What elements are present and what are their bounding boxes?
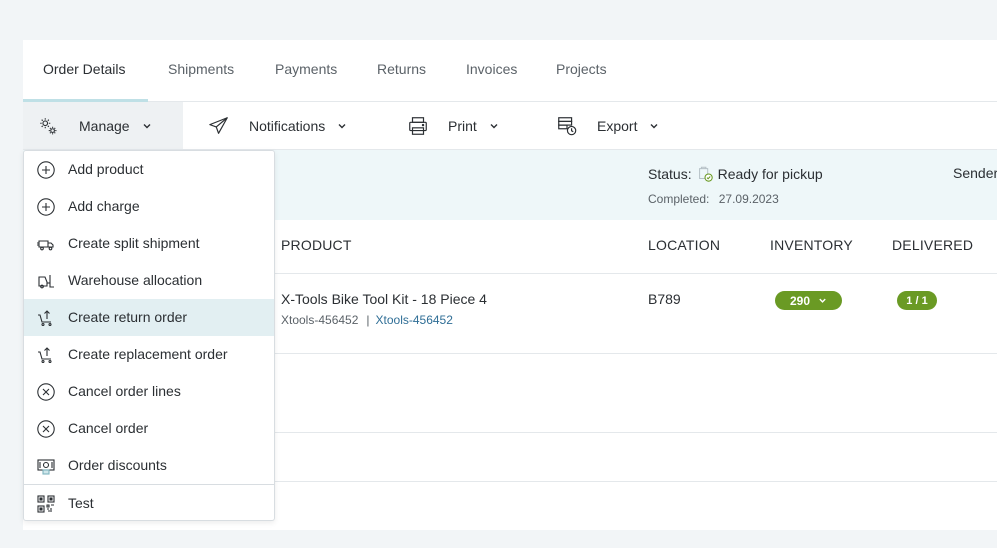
export-icon — [558, 116, 577, 135]
export-button[interactable]: Export — [556, 102, 676, 149]
action-toolbar: Manage Notifications Print Export — [23, 102, 997, 150]
status-label: Status: — [648, 166, 692, 182]
menu-item-warehouse-allocation[interactable]: Warehouse allocation — [24, 262, 274, 299]
x-circle-icon — [37, 383, 55, 401]
tab-order-details[interactable]: Order Details — [43, 40, 125, 102]
product-sku-line: Xtools-456452 | Xtools-456452 — [281, 313, 453, 327]
qr-code-icon — [37, 495, 55, 513]
col-delivered[interactable]: DELIVERED — [892, 237, 973, 253]
chevron-down-icon — [338, 123, 346, 128]
completed-label: Completed: — [648, 192, 710, 206]
sku-separator: | — [366, 313, 370, 327]
manage-dropdown-menu: Add product Add charge Create split ship… — [23, 150, 275, 521]
menu-item-cancel-order[interactable]: Cancel order — [24, 410, 274, 447]
chevron-down-icon — [650, 123, 658, 128]
menu-item-label: Create replacement order — [68, 346, 228, 362]
print-label: Print — [448, 117, 477, 134]
notifications-button[interactable]: Notifications — [208, 102, 358, 149]
status-value: Ready for pickup — [717, 166, 823, 182]
menu-item-add-product[interactable]: Add product — [24, 151, 274, 188]
tab-bar: Order Details Shipments Payments Returns… — [23, 40, 997, 102]
col-location[interactable]: LOCATION — [648, 237, 720, 253]
x-circle-icon — [37, 420, 55, 438]
completed-line: Completed: 27.09.2023 — [648, 192, 779, 206]
chevron-down-icon — [143, 123, 151, 128]
tab-invoices[interactable]: Invoices — [466, 40, 517, 102]
inventory-badge[interactable]: 290 — [775, 291, 842, 310]
col-inventory[interactable]: INVENTORY — [770, 237, 853, 253]
gear-icon — [40, 117, 57, 134]
menu-item-label: Test — [68, 495, 94, 511]
print-button[interactable]: Print — [407, 102, 517, 149]
tab-returns[interactable]: Returns — [377, 40, 426, 102]
delivered-badge: 1 / 1 — [897, 291, 937, 310]
inventory-value: 290 — [789, 293, 811, 308]
menu-item-add-charge[interactable]: Add charge — [24, 188, 274, 225]
paper-plane-icon — [209, 116, 228, 134]
menu-item-create-split-shipment[interactable]: Create split shipment — [24, 225, 274, 262]
package-check-icon — [698, 166, 713, 182]
col-product[interactable]: PRODUCT — [281, 237, 352, 253]
menu-item-label: Warehouse allocation — [68, 272, 203, 288]
menu-item-label: Order discounts — [68, 457, 167, 473]
chevron-down-icon — [490, 123, 498, 128]
cart-replace-icon — [38, 347, 52, 364]
export-label: Export — [597, 117, 638, 134]
menu-item-label: Create return order — [68, 309, 188, 325]
forklift-icon — [38, 275, 54, 289]
notifications-label: Notifications — [249, 117, 326, 134]
manage-button[interactable]: Manage — [23, 102, 183, 149]
chevron-down-icon — [819, 298, 826, 303]
cart-return-icon — [38, 310, 52, 327]
menu-item-cancel-order-lines[interactable]: Cancel order lines — [24, 373, 274, 410]
menu-item-label: Add charge — [68, 198, 140, 214]
menu-item-label: Cancel order lines — [68, 383, 181, 399]
status-line: Status: Ready for pickup — [648, 165, 823, 183]
location-value: B789 — [648, 291, 681, 307]
tab-shipments[interactable]: Shipments — [168, 40, 234, 102]
menu-item-label: Cancel order — [68, 420, 149, 436]
plus-circle-icon — [37, 161, 55, 179]
product-name: X-Tools Bike Tool Kit - 18 Piece 4 — [281, 291, 487, 307]
menu-item-label: Add product — [68, 161, 144, 177]
truck-icon — [37, 240, 54, 251]
menu-item-label: Create split shipment — [68, 235, 200, 251]
menu-item-create-replacement-order[interactable]: Create replacement order — [24, 336, 274, 373]
menu-item-create-return-order[interactable]: Create return order — [24, 299, 274, 336]
menu-item-test[interactable]: Test — [24, 485, 274, 522]
discount-icon — [37, 459, 55, 475]
menu-item-order-discounts[interactable]: Order discounts — [24, 447, 274, 484]
completed-date: 27.09.2023 — [718, 192, 779, 206]
tab-projects[interactable]: Projects — [556, 40, 607, 102]
sender-label: Sender — [953, 165, 997, 181]
printer-icon — [409, 116, 427, 135]
manage-label: Manage — [79, 117, 130, 134]
product-sku-link[interactable]: Xtools-456452 — [376, 313, 453, 327]
plus-circle-icon — [37, 198, 55, 216]
tab-payments[interactable]: Payments — [275, 40, 337, 102]
product-sku: Xtools-456452 — [281, 313, 359, 327]
